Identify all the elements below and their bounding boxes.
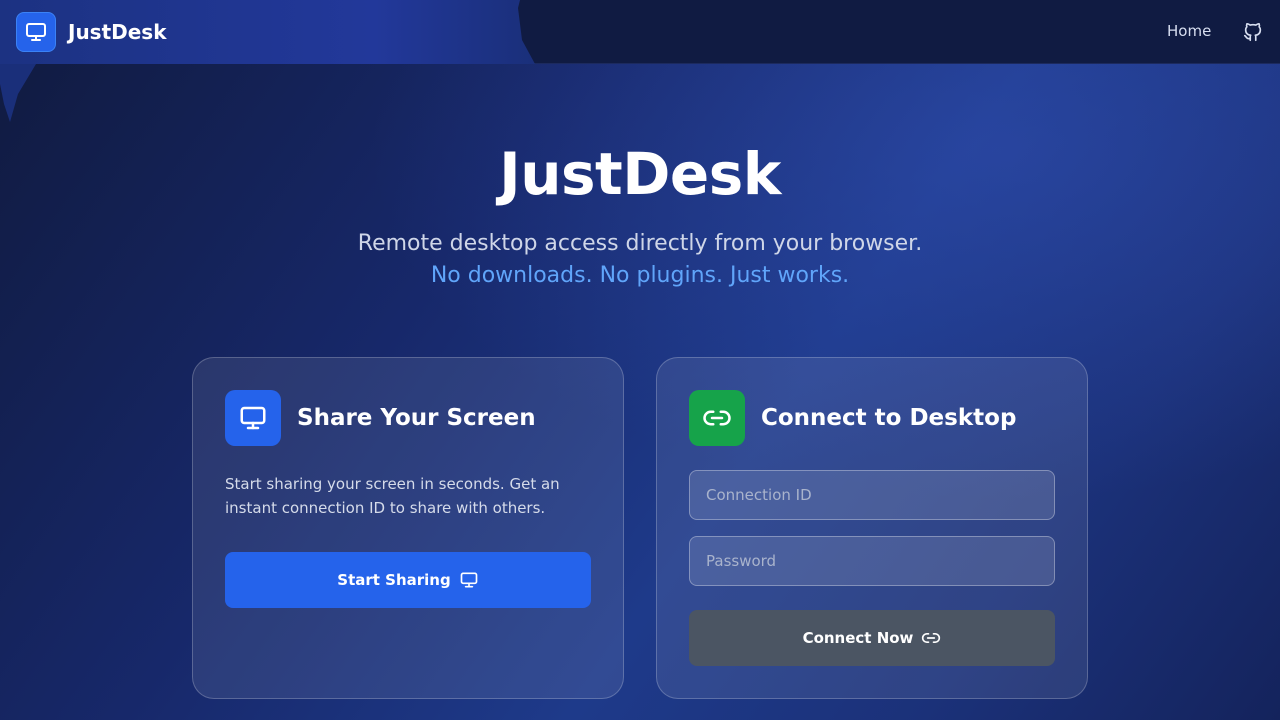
link-icon [922,633,941,643]
github-icon[interactable] [1242,21,1264,43]
connect-card-title: Connect to Desktop [761,405,1017,431]
share-screen-card: Share Your Screen Start sharing your scr… [192,357,624,699]
connect-desktop-card: Connect to Desktop Connect Now [656,357,1088,699]
connect-card-header: Connect to Desktop [689,390,1055,446]
share-card-description: Start sharing your screen in seconds. Ge… [225,475,560,517]
share-card-title: Share Your Screen [297,405,536,431]
brand[interactable]: JustDesk [16,12,167,52]
connection-id-input[interactable] [689,470,1055,520]
connect-now-label: Connect Now [802,629,914,647]
password-input[interactable] [689,536,1055,586]
hero-subtitle: Remote desktop access directly from your… [357,231,923,256]
hero-tagline: No downloads. No plugins. Just works. [430,263,850,288]
brand-name: JustDesk [68,20,167,44]
monitor-icon [16,12,56,52]
share-card-header: Share Your Screen [225,390,591,446]
navbar: JustDesk Home [0,0,1280,64]
link-icon [689,390,745,446]
monitor-icon [225,390,281,446]
connect-now-button[interactable]: Connect Now [689,610,1055,666]
start-sharing-button[interactable]: Start Sharing [225,552,591,608]
start-sharing-label: Start Sharing [337,571,451,589]
nav-link-home[interactable]: Home [1167,22,1211,40]
navbar-decoration [0,64,36,122]
hero-title: JustDesk [499,140,781,208]
monitor-icon [460,572,478,588]
